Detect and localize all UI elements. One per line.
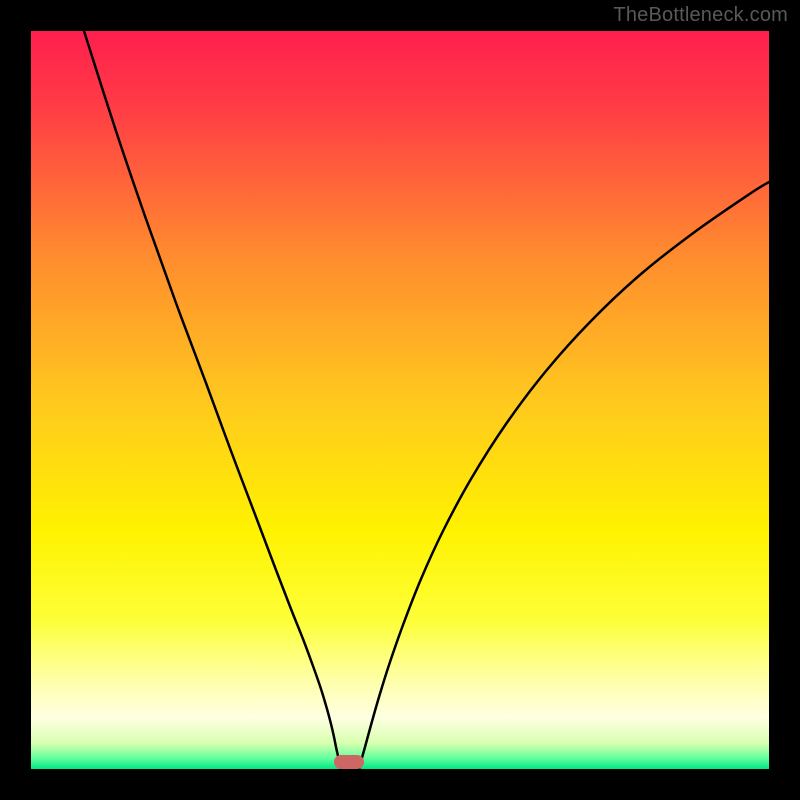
optimal-marker xyxy=(334,755,364,769)
plot-area xyxy=(31,31,769,769)
watermark-text: TheBottleneck.com xyxy=(613,4,788,27)
bottleneck-curve xyxy=(31,31,769,769)
